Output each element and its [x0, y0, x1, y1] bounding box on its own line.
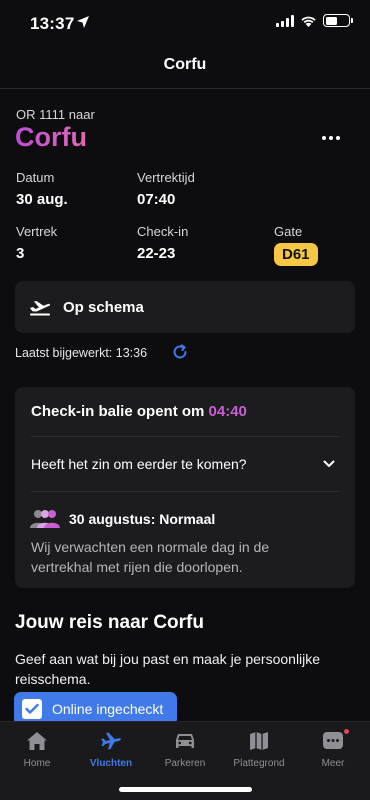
checkbox-checked-icon	[22, 699, 42, 719]
info-vertrektijd: Vertrektijd 07:40	[137, 170, 195, 208]
checkin-title: Check-in balie opent om 04:40	[31, 403, 247, 420]
dot-icon	[329, 136, 333, 140]
car-icon	[176, 734, 194, 748]
vertrek-value: 3	[16, 245, 25, 262]
trip-section-description: Geef aan wat bij jou past en maak je per…	[15, 651, 321, 687]
tab-home-label: Home	[23, 758, 51, 769]
tab-home[interactable]: Home	[0, 730, 74, 769]
last-updated-text: Laatst bijgewerkt: 13:36	[15, 346, 148, 360]
gate-badge: D61	[274, 243, 318, 266]
flight-status-card: Op schema	[15, 281, 355, 333]
flight-status-label: Op schema	[63, 298, 144, 316]
vertrektijd-value: 07:40	[137, 191, 176, 208]
flight-number: OR 1111 naar	[16, 107, 95, 122]
tab-parking[interactable]: Parkeren	[148, 730, 222, 769]
checkin-title-text: Check-in balie opent om	[31, 403, 205, 420]
status-indicators	[276, 14, 353, 27]
datum-value: 30 aug.	[16, 191, 68, 208]
tab-map-label: Plattegrond	[233, 758, 285, 769]
info-datum: Datum 30 aug.	[16, 170, 68, 208]
map-icon	[250, 732, 268, 750]
home-indicator[interactable]	[119, 787, 252, 792]
flight-destination: Corfu	[15, 122, 87, 152]
earlier-arrival-question[interactable]: Heeft het zin om eerder te komen?	[31, 456, 247, 472]
dot-icon	[322, 136, 326, 140]
chat-icon	[323, 732, 343, 749]
tab-parking-label: Parkeren	[164, 758, 206, 769]
checkin-open-time: 04:40	[208, 403, 247, 420]
trip-section-title: Jouw reis naar Corfu	[15, 612, 204, 633]
plane-icon	[101, 732, 121, 750]
battery-icon	[323, 14, 353, 27]
header-divider	[0, 88, 370, 89]
status-time: 13:37	[30, 14, 75, 33]
info-gate: Gate D61	[274, 224, 318, 266]
vertrek-label: Vertrek	[16, 224, 58, 239]
location-arrow-icon	[77, 16, 89, 28]
signal-icon	[276, 14, 294, 27]
checkin-label: Check-in	[137, 224, 189, 239]
checkin-card: Check-in balie opent om 04:40 Heeft het …	[15, 387, 355, 588]
status-bar: 13:37	[0, 0, 370, 48]
wifi-icon	[301, 16, 316, 27]
chevron-down-icon[interactable]	[323, 458, 335, 470]
tab-more-label: Meer	[321, 758, 345, 769]
notification-badge	[343, 728, 350, 735]
day-status-label: 30 augustus: Normaal	[69, 511, 216, 527]
tab-flights-label: Vluchten	[89, 758, 133, 769]
gate-label: Gate	[274, 224, 303, 239]
tab-map[interactable]: Plattegrond	[222, 730, 296, 769]
more-options-button[interactable]	[318, 128, 344, 148]
crowd-icon	[30, 510, 60, 528]
home-icon	[27, 732, 47, 750]
info-checkin: Check-in 22-23	[137, 224, 188, 262]
tab-more[interactable]: Meer	[296, 728, 370, 769]
divider	[31, 491, 339, 492]
refresh-icon[interactable]	[171, 343, 189, 361]
divider	[31, 436, 339, 437]
tab-flights[interactable]: Vluchten	[74, 730, 148, 769]
vertrektijd-label: Vertrektijd	[137, 170, 195, 185]
info-vertrek: Vertrek 3	[16, 224, 57, 262]
checkin-value: 22-23	[137, 245, 176, 262]
day-status-description: Wij verwachten een normale dag in de ver…	[31, 539, 270, 575]
page-title: Corfu	[163, 56, 207, 73]
plane-departure-icon	[30, 301, 50, 316]
dot-icon	[336, 136, 340, 140]
online-checkin-label: Online ingecheckt	[52, 701, 164, 717]
datum-label: Datum	[16, 170, 55, 185]
